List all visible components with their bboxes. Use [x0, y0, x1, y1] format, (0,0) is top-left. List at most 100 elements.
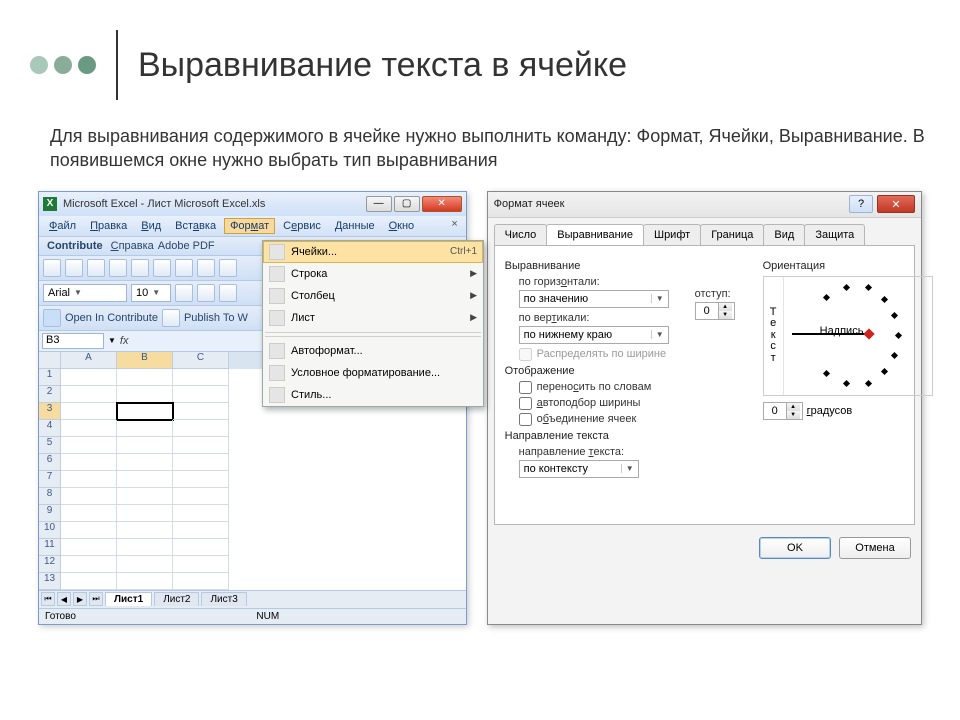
menu-format[interactable]: Формат [224, 218, 275, 234]
preview-icon[interactable] [131, 259, 149, 277]
maximize-button[interactable]: ▢ [394, 196, 420, 212]
row-13[interactable]: 13 [39, 573, 61, 590]
menu-data[interactable]: Данные [329, 218, 381, 234]
col-A[interactable]: A [61, 352, 117, 369]
publish-label[interactable]: Publish To W [184, 312, 248, 324]
cell-B2[interactable] [117, 386, 173, 403]
sheet-tab-3[interactable]: Лист3 [201, 592, 246, 606]
indent-up-icon[interactable]: ▲ [718, 303, 732, 311]
cell-C2[interactable] [173, 386, 229, 403]
menu-insert[interactable]: Вставка [169, 218, 222, 234]
row-2[interactable]: 2 [39, 386, 61, 403]
cell-C12[interactable] [173, 556, 229, 573]
cell-B10[interactable] [117, 522, 173, 539]
dialog-titlebar[interactable]: Формат ячеек ? ✕ [488, 192, 921, 218]
menu-edit[interactable]: Правка [84, 218, 133, 234]
cell-B7[interactable] [117, 471, 173, 488]
menu-file[interactable]: Файл [43, 218, 82, 234]
menu-service[interactable]: Сервис [277, 218, 327, 234]
cell-A7[interactable] [61, 471, 117, 488]
degrees-spinner[interactable]: ▲▼ [763, 402, 803, 420]
tab-font[interactable]: Шрифт [643, 224, 701, 245]
sheet-tab-1[interactable]: Лист1 [105, 592, 152, 606]
textdir-select[interactable]: по контексту▼ [519, 460, 639, 478]
degrees-up-icon[interactable]: ▲ [786, 403, 800, 411]
sheet-nav-next[interactable]: ▶ [73, 592, 87, 606]
cell-B12[interactable] [117, 556, 173, 573]
col-C[interactable]: C [173, 352, 229, 369]
cell-A12[interactable] [61, 556, 117, 573]
cell-C9[interactable] [173, 505, 229, 522]
cell-A4[interactable] [61, 420, 117, 437]
italic-icon[interactable] [197, 284, 215, 302]
new-icon[interactable] [43, 259, 61, 277]
fx-icon[interactable]: fx [120, 335, 129, 347]
print-icon[interactable] [109, 259, 127, 277]
cell-A10[interactable] [61, 522, 117, 539]
dd-item-6[interactable]: Стиль... [263, 384, 483, 406]
dialog-help-button[interactable]: ? [849, 195, 873, 213]
contribute-icon[interactable] [43, 309, 61, 327]
cell-C8[interactable] [173, 488, 229, 505]
toolbar-adobe-label[interactable]: Adobe PDF [158, 240, 215, 252]
cut-icon[interactable] [175, 259, 193, 277]
bold-icon[interactable] [175, 284, 193, 302]
open-in-contribute-label[interactable]: Open In Contribute [65, 312, 158, 324]
publish-icon[interactable] [162, 309, 180, 327]
dialog-close-button[interactable]: ✕ [877, 195, 915, 213]
name-box[interactable]: B3 [42, 333, 104, 349]
row-1[interactable]: 1 [39, 369, 61, 386]
cell-C7[interactable] [173, 471, 229, 488]
tab-border[interactable]: Граница [700, 224, 764, 245]
orientation-box[interactable]: Текст [763, 276, 933, 396]
row-11[interactable]: 11 [39, 539, 61, 556]
dd-item-3[interactable]: Лист▶ [263, 307, 483, 329]
degrees-down-icon[interactable]: ▼ [786, 411, 800, 419]
row-12[interactable]: 12 [39, 556, 61, 573]
cell-A2[interactable] [61, 386, 117, 403]
dd-item-5[interactable]: Условное форматирование... [263, 362, 483, 384]
tab-number[interactable]: Число [494, 224, 548, 245]
vertical-select[interactable]: по нижнему краю▼ [519, 326, 669, 344]
window-titlebar[interactable]: X Microsoft Excel - Лист Microsoft Excel… [39, 192, 466, 216]
spelling-icon[interactable] [153, 259, 171, 277]
cell-A13[interactable] [61, 573, 117, 590]
row-10[interactable]: 10 [39, 522, 61, 539]
document-close-icon[interactable]: × [448, 218, 462, 234]
cell-C5[interactable] [173, 437, 229, 454]
cell-C11[interactable] [173, 539, 229, 556]
cell-B4[interactable] [117, 420, 173, 437]
paste-icon[interactable] [219, 259, 237, 277]
ok-button[interactable]: OK [759, 537, 831, 559]
orientation-dial[interactable]: Надпись [784, 277, 932, 395]
indent-spinner[interactable]: ▲▼ [695, 302, 735, 320]
cell-C6[interactable] [173, 454, 229, 471]
dd-item-0[interactable]: Ячейки...Ctrl+1 [263, 241, 483, 263]
menu-window[interactable]: Окно [383, 218, 421, 234]
cell-A3[interactable] [61, 403, 117, 420]
sheet-nav-first[interactable]: ⏮ [41, 592, 55, 606]
minimize-button[interactable]: — [366, 196, 392, 212]
sheet-tab-2[interactable]: Лист2 [154, 592, 199, 606]
degrees-input[interactable] [764, 404, 786, 418]
save-icon[interactable] [87, 259, 105, 277]
wrap-input[interactable] [519, 381, 532, 394]
cell-B3[interactable] [117, 403, 173, 420]
cancel-button[interactable]: Отмена [839, 537, 911, 559]
cell-B1[interactable] [117, 369, 173, 386]
merge-input[interactable] [519, 413, 532, 426]
cell-B8[interactable] [117, 488, 173, 505]
row-6[interactable]: 6 [39, 454, 61, 471]
cell-C4[interactable] [173, 420, 229, 437]
cell-A6[interactable] [61, 454, 117, 471]
row-4[interactable]: 4 [39, 420, 61, 437]
row-7[interactable]: 7 [39, 471, 61, 488]
close-button[interactable]: ✕ [422, 196, 462, 212]
cell-A9[interactable] [61, 505, 117, 522]
row-9[interactable]: 9 [39, 505, 61, 522]
cell-A5[interactable] [61, 437, 117, 454]
toolbar-help-label[interactable]: Справка [111, 240, 154, 252]
col-B[interactable]: B [117, 352, 173, 369]
dd-item-2[interactable]: Столбец▶ [263, 285, 483, 307]
cell-B6[interactable] [117, 454, 173, 471]
